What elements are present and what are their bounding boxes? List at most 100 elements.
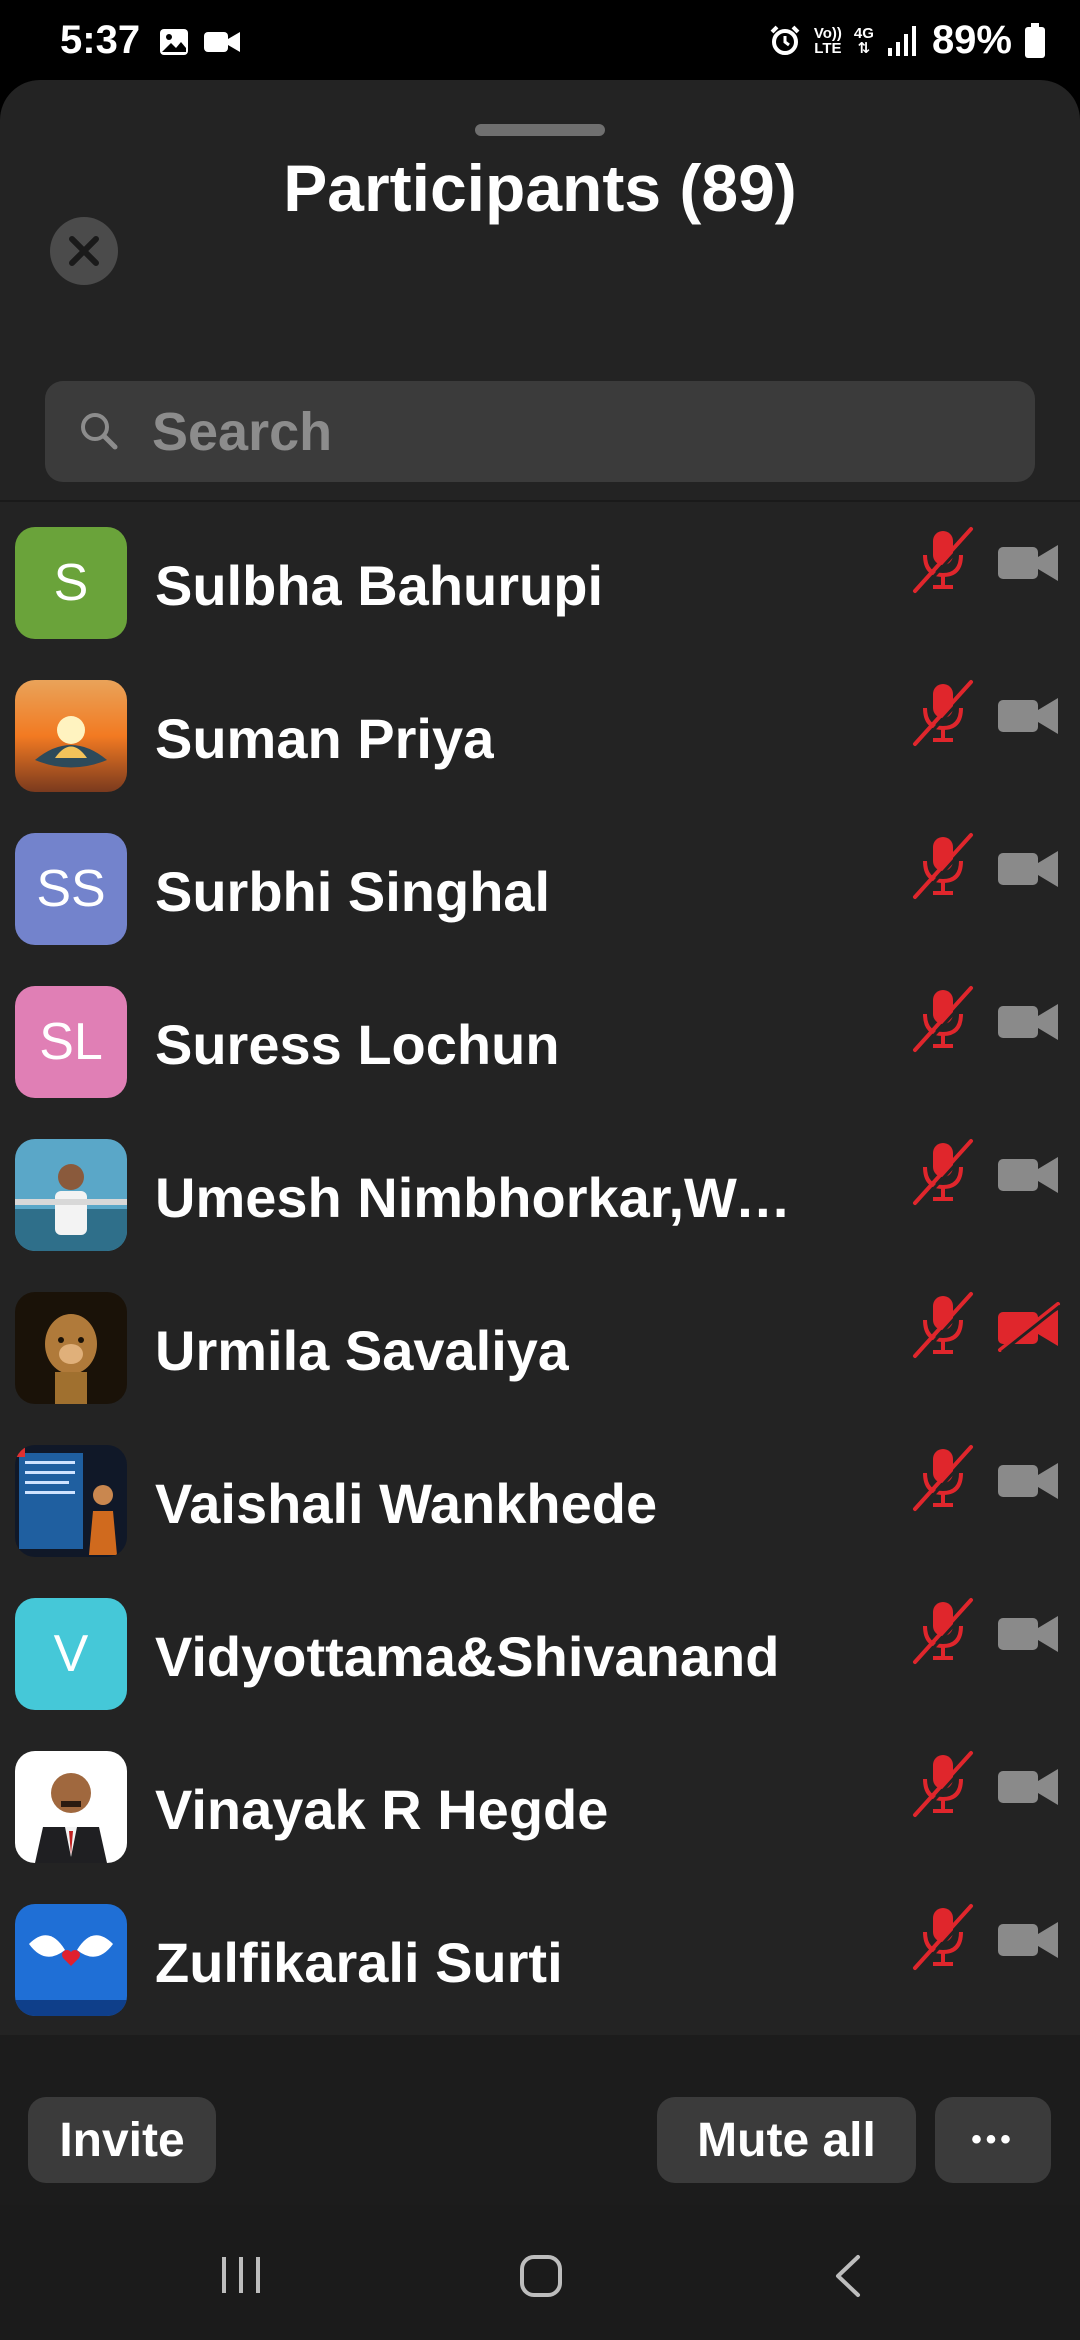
participant-row[interactable]: Umesh Nimbhorkar,War...: [0, 1139, 1080, 1292]
participant-row[interactable]: S Sulbha Bahurupi: [0, 527, 1080, 680]
drag-handle[interactable]: [475, 124, 605, 136]
mic-muted-icon: [913, 986, 976, 1055]
participants-sheet: Participants (89) S Sulbha Bahurupi Suman …: [0, 80, 1080, 2205]
camera-icon: [998, 1463, 1058, 1499]
camera-status[interactable]: [996, 1149, 1062, 1204]
camera-status[interactable]: [996, 690, 1062, 745]
participant-list: S Sulbha Bahurupi Suman Priya SS Surbhi Sing…: [0, 527, 1080, 2057]
participant-row[interactable]: SL Suress Lochun: [0, 986, 1080, 1139]
more-options-label: •••: [971, 2123, 1015, 2156]
mic-status[interactable]: [905, 1898, 981, 1979]
more-options-button[interactable]: •••: [935, 2097, 1051, 2183]
bottom-action-bar: Invite Mute all •••: [0, 2035, 1080, 2205]
recent-apps-icon[interactable]: [218, 2253, 264, 2297]
mic-status[interactable]: [905, 827, 981, 908]
lte-label: LTE: [814, 39, 842, 57]
camera-icon: [998, 1004, 1058, 1040]
camera-status[interactable]: [996, 996, 1062, 1051]
mic-status[interactable]: [905, 674, 981, 755]
camera-status[interactable]: [996, 843, 1062, 898]
mic-status[interactable]: [905, 980, 981, 1061]
invite-button[interactable]: Invite: [28, 2097, 216, 2183]
participant-name: Urmila Savaliya: [155, 1319, 570, 1382]
avatar: [15, 1751, 127, 1863]
volte-label: Vo)): [813, 24, 842, 42]
avatar-initials: SL: [39, 1013, 103, 1071]
mic-status[interactable]: [905, 521, 981, 602]
video-camera-icon: [204, 32, 240, 52]
network-4g-label: 4G: [853, 24, 874, 42]
participant-name: Vinayak R Hegde: [155, 1778, 609, 1841]
camera-status[interactable]: [996, 1455, 1062, 1510]
close-button[interactable]: [50, 217, 118, 285]
data-arrows-icon: ⇅: [857, 39, 871, 57]
avatar-initials: V: [53, 1625, 89, 1683]
mic-muted-icon: [913, 1598, 976, 1667]
camera-icon: [998, 698, 1058, 734]
participant-name: Suman Priya: [155, 707, 495, 770]
mic-status[interactable]: [905, 1133, 981, 1214]
close-icon: [69, 236, 99, 266]
mute-all-button[interactable]: Mute all: [657, 2097, 916, 2183]
participant-row[interactable]: Vinayak R Hegde: [0, 1751, 1080, 1904]
camera-status[interactable]: [996, 537, 1062, 592]
participant-row[interactable]: Urmila Savaliya: [0, 1292, 1080, 1445]
participant-row[interactable]: Vaishali Wankhede: [0, 1445, 1080, 1598]
participant-row[interactable]: V Vidyottama&Shivanand: [0, 1598, 1080, 1751]
participant-name: Suress Lochun: [155, 1013, 560, 1076]
camera-icon: [998, 851, 1058, 887]
participant-name: Zulfikarali Surti: [155, 1931, 563, 1994]
volte-indicator: Vo)) LTE: [814, 26, 842, 56]
participant-row[interactable]: SS Surbhi Singhal: [0, 833, 1080, 986]
mic-muted-icon: [913, 833, 976, 902]
camera-off-icon: [998, 1302, 1061, 1354]
navigation-bar: [0, 2205, 1080, 2340]
search-input[interactable]: [152, 381, 1002, 482]
avatar: [15, 1292, 127, 1404]
mic-status[interactable]: [905, 1286, 981, 1367]
camera-status[interactable]: [996, 1761, 1062, 1816]
mic-status[interactable]: [905, 1439, 981, 1520]
mic-muted-icon: [913, 1904, 976, 1973]
avatar: [15, 680, 127, 792]
camera-icon: [998, 1157, 1058, 1193]
mic-muted-icon: [913, 680, 976, 749]
avatar: [15, 1445, 127, 1557]
participant-name: Surbhi Singhal: [155, 860, 551, 923]
network-4g-indicator: 4G ⇅: [854, 26, 874, 56]
mic-status[interactable]: [905, 1745, 981, 1826]
home-icon[interactable]: [518, 2253, 564, 2299]
camera-icon: [998, 1616, 1058, 1652]
battery-icon: [1025, 22, 1045, 58]
gallery-icon: [160, 29, 188, 55]
camera-status[interactable]: [996, 1302, 1062, 1357]
status-right: Vo)) LTE 4G ⇅ 89%: [768, 18, 1046, 63]
camera-icon: [998, 1769, 1058, 1805]
back-icon[interactable]: [830, 2253, 866, 2299]
participant-name: Vidyottama&Shivanand: [155, 1625, 780, 1688]
avatar: V: [15, 1598, 127, 1710]
camera-status[interactable]: [996, 1914, 1062, 1969]
avatar-initials: SS: [36, 860, 106, 918]
sheet-title: Participants (89): [283, 151, 797, 225]
mic-muted-icon: [913, 1445, 976, 1514]
participant-name: Vaishali Wankhede: [155, 1472, 658, 1535]
camera-status[interactable]: [996, 1608, 1062, 1663]
mic-muted-icon: [913, 1292, 976, 1361]
search-box[interactable]: [45, 381, 1035, 482]
participant-name: Sulbha Bahurupi: [155, 554, 603, 617]
avatar: [15, 1139, 127, 1251]
mic-status[interactable]: [905, 1592, 981, 1673]
participant-name: Umesh Nimbhorkar,War...: [155, 1166, 805, 1229]
avatar: SL: [15, 986, 127, 1098]
status-time: 5:37: [60, 18, 141, 62]
camera-icon: [998, 1922, 1058, 1958]
avatar: SS: [15, 833, 127, 945]
participant-row[interactable]: Suman Priya: [0, 680, 1080, 833]
camera-icon: [998, 545, 1058, 581]
signal-icon: [887, 25, 916, 56]
status-bar: 5:37 Vo)) LTE 4G ⇅ 89%: [0, 0, 1080, 82]
avatar: S: [15, 527, 127, 639]
status-left-icons: [158, 26, 242, 58]
mic-muted-icon: [913, 527, 976, 596]
